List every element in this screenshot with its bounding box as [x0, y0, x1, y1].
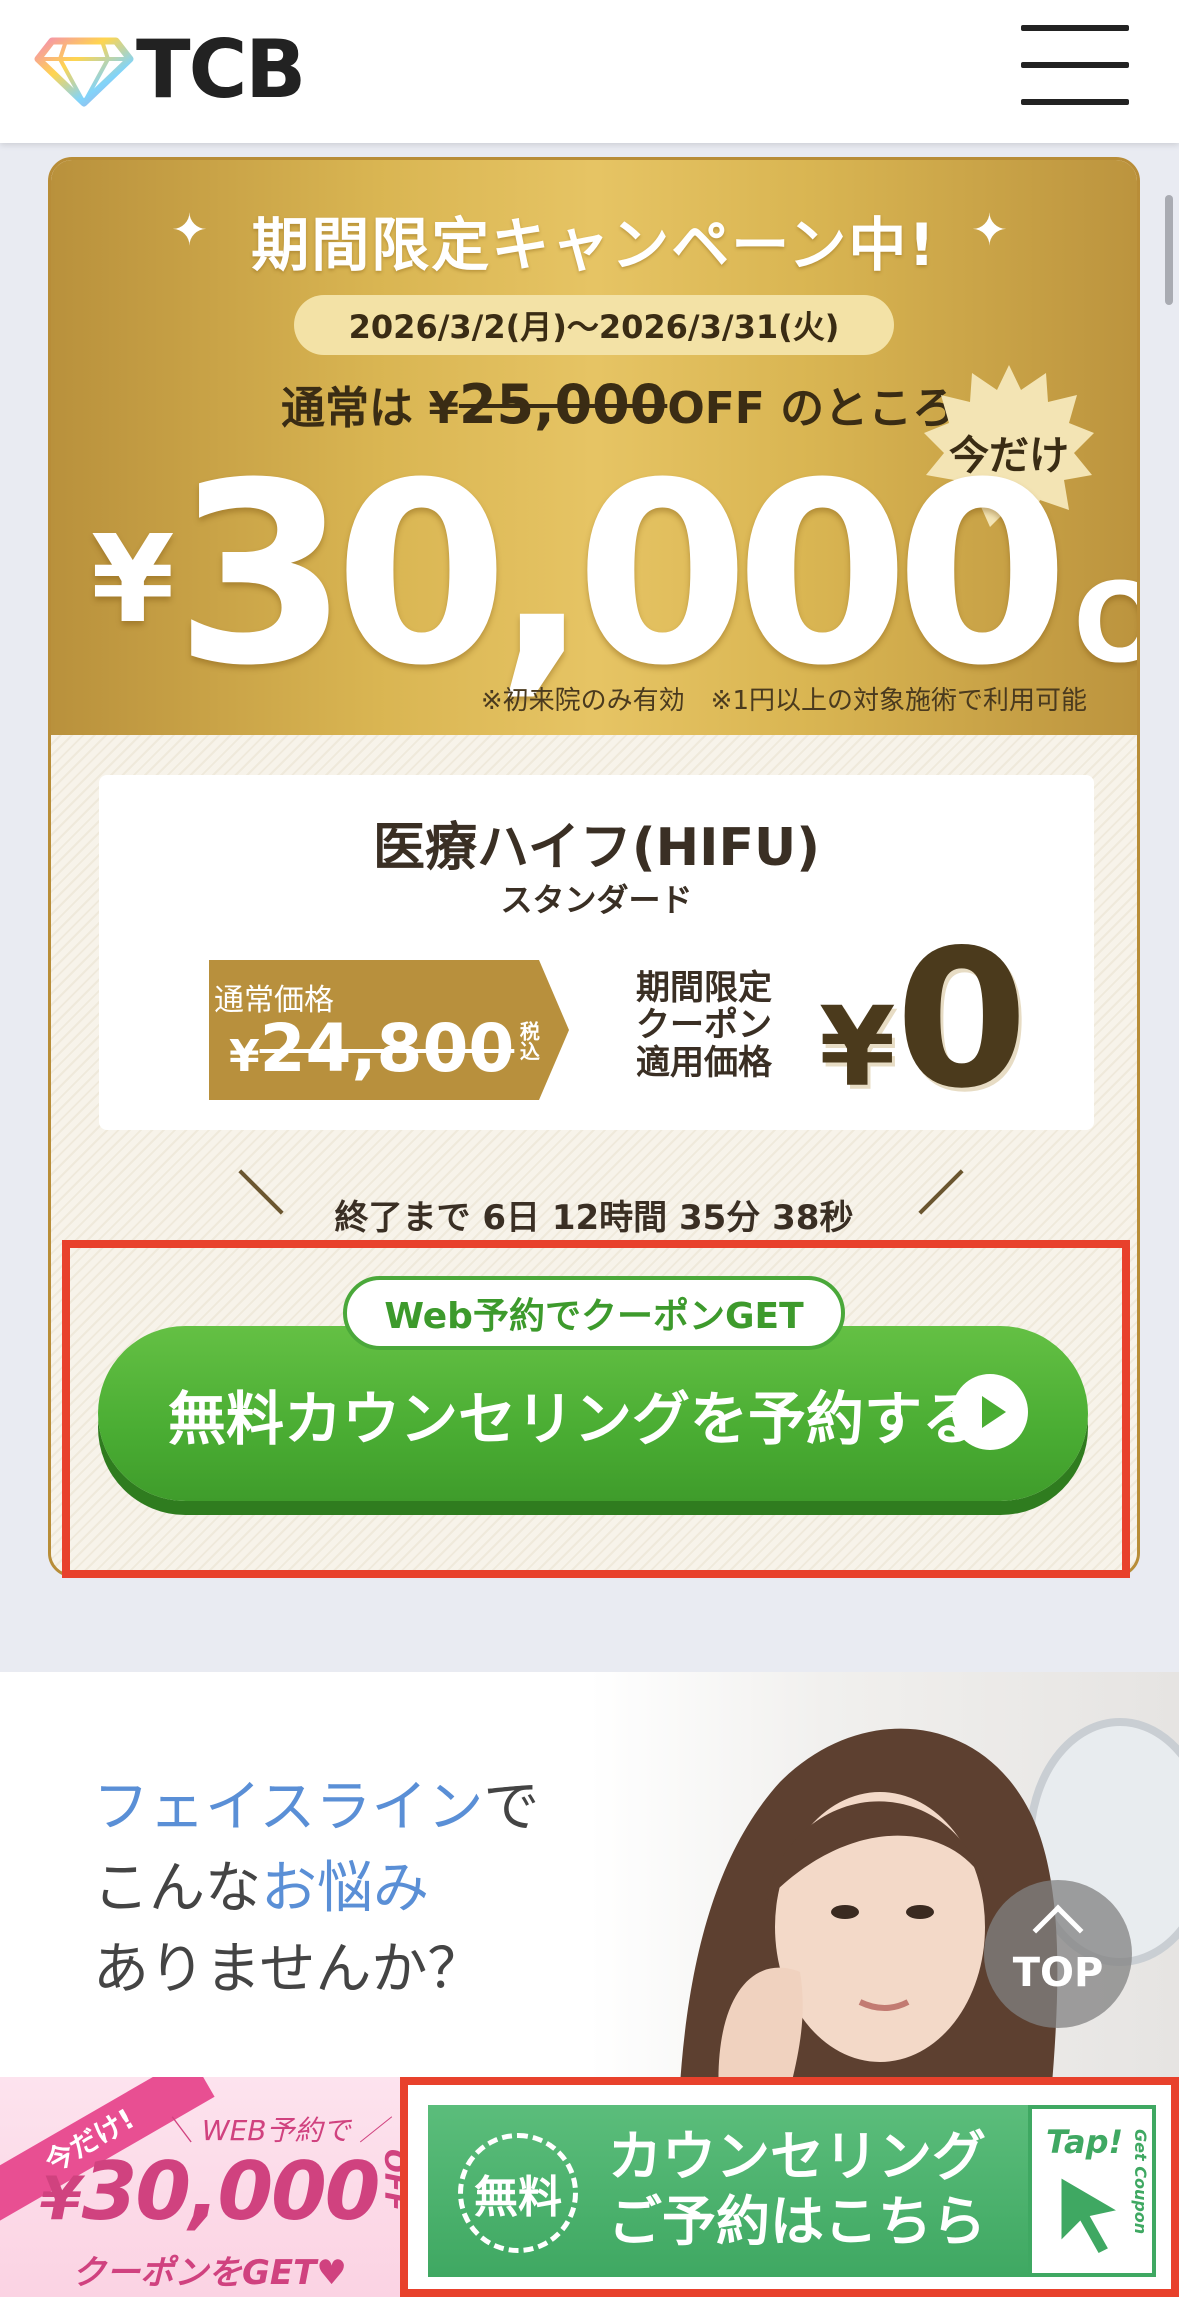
site-header: TCB — [0, 0, 1179, 143]
coupon-get-text: クーポンをGET♥ — [72, 2253, 347, 2293]
diamond-logo-icon — [34, 37, 134, 107]
coupon-price-label: 期間限定 クーポン 適用価格 — [636, 968, 772, 1083]
regular-price: ¥24,800 税込 — [229, 1010, 541, 1087]
tcb-logo[interactable]: TCB — [34, 23, 306, 116]
face-line-heading: フェイスラインで こんなお悩み ありませんか？ — [93, 1775, 540, 2003]
play-icon — [952, 1374, 1028, 1450]
normal-discount-text: 通常は ¥25,000OFF のところ — [281, 373, 957, 436]
big-discount-amount: 30,000 — [174, 429, 1070, 720]
free-counseling-label: 無料カウンセリングを予約する — [168, 1384, 981, 1453]
web-reservation-text: ＼ WEB予約で ／ — [165, 2114, 388, 2147]
product-name: 医療ハイフ(HIFU) — [372, 818, 821, 878]
highlight-frame — [400, 2077, 1179, 2297]
menu-icon[interactable] — [1021, 25, 1129, 105]
web-coupon-tag: Web予約でクーポンGET — [343, 1276, 845, 1350]
coupon-banner[interactable]: 今だけ! ＼ WEB予約で ／ ¥30,000OFF クーポンをGET♥ — [0, 2077, 408, 2297]
countdown-timer: 終了まで 6日 12時間 35分 38秒 — [334, 1198, 854, 1238]
scrollbar[interactable] — [1165, 195, 1173, 305]
logo-text: TCB — [136, 23, 306, 116]
campaign-note: ※初来院のみ有効 ※1円以上の対象施術で利用可能 — [480, 686, 1087, 716]
normal-discount-amount: 25,000 — [458, 373, 668, 436]
coupon-banner-price: ¥30,000OFF — [40, 2145, 408, 2238]
big-discount: ¥30,000OFF — [91, 429, 1137, 720]
campaign-title: 期間限定キャンペーン中! — [251, 211, 937, 279]
back-to-top-button[interactable]: TOP — [984, 1880, 1132, 2028]
chevron-up-icon — [1032, 1904, 1084, 1956]
product-box: 医療ハイフ(HIFU) スタンダード 通常価格 ¥24,800 税込 期間限定 ク… — [99, 775, 1094, 1130]
free-counseling-button[interactable]: 無料カウンセリングを予約する — [98, 1326, 1088, 1501]
campaign-date-range: 2026/3/2(月)〜2026/3/31(火) — [294, 295, 894, 355]
coupon-price: ¥0 — [819, 909, 1028, 1130]
